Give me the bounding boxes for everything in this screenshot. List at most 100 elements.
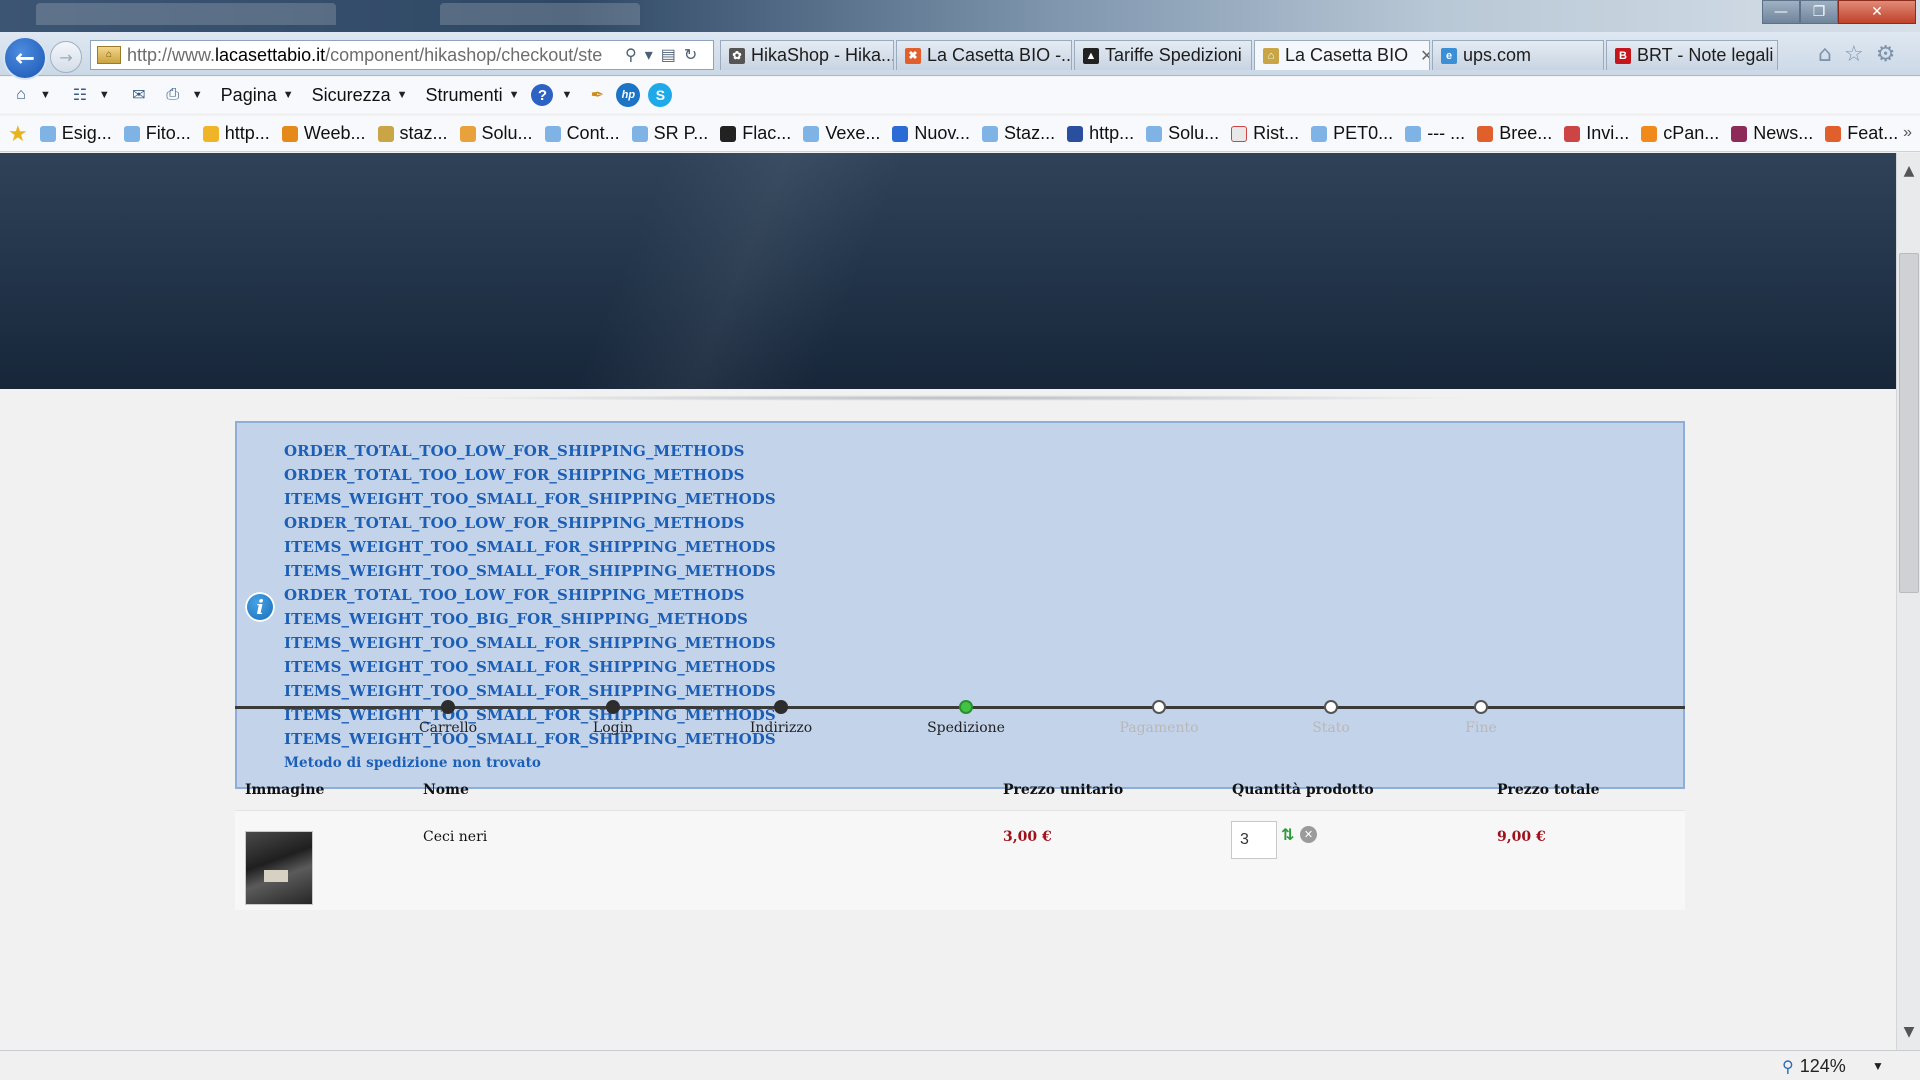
message-item: ITEMS_WEIGHT_TOO_SMALL_FOR_SHIPPING_METH…	[284, 562, 776, 580]
message-item: ITEMS_WEIGHT_TOO_SMALL_FOR_SHIPPING_METH…	[284, 538, 776, 556]
url-text[interactable]: http://www.lacasettabio.it/component/hik…	[127, 45, 619, 66]
favorite-label: PET0...	[1333, 123, 1394, 143]
dropdown-caret-icon[interactable]: ▼	[40, 89, 51, 101]
dropdown-caret-icon[interactable]: ▼	[99, 89, 110, 101]
url-path: /component/hikashop/checkout/ste	[325, 44, 603, 65]
favorite-link[interactable]: Bree...	[1477, 123, 1552, 144]
menu-pagina[interactable]: Pagina ▼	[221, 85, 294, 106]
favorite-link[interactable]: SR P...	[631, 123, 709, 144]
scroll-down-icon[interactable]: ▼	[1897, 1020, 1920, 1044]
search-icon[interactable]: ⚲	[625, 45, 637, 65]
step-label: Carrello	[418, 720, 478, 736]
favorite-label: Esig...	[61, 123, 112, 143]
favorite-link[interactable]: Solu...	[1146, 123, 1219, 144]
minimize-button[interactable]: —	[1762, 0, 1800, 24]
favorite-link[interactable]: http...	[1067, 123, 1134, 144]
favorite-link[interactable]: Vexe...	[803, 123, 880, 144]
scroll-up-icon[interactable]: ▲	[1897, 159, 1920, 183]
column-header: Immagine	[245, 782, 325, 798]
mail-icon[interactable]: ✉	[128, 84, 150, 106]
skype-icon[interactable]: S	[648, 83, 673, 107]
cart-table: Immagine Nome Prezzo unitario Quantità p…	[235, 770, 1685, 910]
menu-sicurezza[interactable]: Sicurezza ▼	[312, 85, 408, 106]
favorite-link[interactable]: --- ...	[1405, 123, 1465, 144]
favorite-link[interactable]: Esig...	[39, 123, 112, 144]
favorite-link[interactable]: Nuov...	[892, 123, 970, 144]
close-tab-icon[interactable]: ✕	[1420, 46, 1429, 66]
step-label: Login	[592, 720, 634, 736]
compatibility-view-icon[interactable]: ▤	[661, 45, 676, 65]
ie-icon	[544, 125, 561, 142]
tab-hikashop[interactable]: ✿ HikaShop - Hika...	[720, 40, 894, 70]
chevron-double-right-icon[interactable]: »	[1903, 124, 1912, 142]
favorite-label: SR P...	[653, 123, 709, 143]
product-label-image	[264, 870, 288, 882]
favorites-star-icon[interactable]: ☆	[1844, 42, 1864, 67]
back-button[interactable]: ←	[3, 36, 47, 80]
step-label: Stato	[1312, 720, 1350, 736]
unit-price: 3,00 €	[1003, 829, 1052, 845]
menu-strumenti[interactable]: Strumenti ▼	[426, 85, 520, 106]
site-icon	[1731, 125, 1748, 142]
step-indirizzo[interactable]: Indirizzo	[711, 700, 851, 736]
favorite-link[interactable]: Solu...	[459, 123, 533, 144]
step-label: Pagamento	[1119, 720, 1199, 736]
message-item: ORDER_TOTAL_TOO_LOW_FOR_SHIPPING_METHODS	[284, 514, 745, 532]
tab-casetta-bio-active[interactable]: ⌂ La Casetta BIO ✕	[1254, 40, 1430, 70]
dropdown-caret-icon: ▼	[282, 89, 294, 101]
home-icon[interactable]: ⌂	[1818, 42, 1832, 67]
settings-gear-icon[interactable]: ⚙	[1876, 42, 1896, 67]
favorite-link[interactable]: staz...	[377, 123, 448, 144]
favorite-link[interactable]: Weeb...	[281, 123, 366, 144]
favorites-bar: ★ Esig... Fito... http... Weeb... staz..…	[0, 116, 1920, 152]
favorite-link[interactable]: Staz...	[982, 123, 1055, 144]
hp-icon[interactable]: hp	[616, 83, 641, 107]
favorite-link[interactable]: Fito...	[123, 123, 191, 144]
dropdown-caret-icon[interactable]: ▼	[1872, 1059, 1884, 1073]
dropdown-caret-icon[interactable]: ▼	[192, 89, 203, 101]
close-window-button[interactable]: ✕	[1838, 0, 1916, 24]
favorite-link[interactable]: Flac...	[720, 123, 791, 144]
feeds-icon[interactable]: ☷	[69, 84, 91, 106]
favorite-link[interactable]: cPan...	[1641, 123, 1719, 144]
favorite-label: Bree...	[1499, 123, 1553, 143]
pen-tool-icon[interactable]: ✒	[586, 84, 608, 106]
help-icon[interactable]: ?	[531, 84, 554, 106]
favorite-label: http...	[224, 123, 270, 143]
favorites-star-icon[interactable]: ★	[8, 121, 28, 147]
product-name[interactable]: Ceci neri	[423, 829, 487, 845]
tab-casetta-admin[interactable]: ✖ La Casetta BIO -...	[896, 40, 1072, 70]
home-icon[interactable]: ⌂	[10, 84, 32, 106]
dropdown-caret-icon[interactable]: ▾	[645, 45, 653, 65]
forward-button[interactable]: →	[50, 41, 82, 73]
tab-strip: ✿ HikaShop - Hika... ✖ La Casetta BIO -.…	[720, 40, 1780, 70]
favorite-link[interactable]: Invi...	[1564, 123, 1629, 144]
tab-ups[interactable]: e ups.com	[1432, 40, 1604, 70]
favorite-link[interactable]: http...	[202, 123, 270, 144]
refresh-icon[interactable]: ↻	[684, 45, 697, 65]
maximize-button[interactable]: ❐	[1800, 0, 1838, 24]
address-bar[interactable]: ⌂ http://www.lacasettabio.it/component/h…	[90, 40, 714, 70]
product-thumbnail[interactable]	[245, 831, 313, 905]
refresh-quantity-icon[interactable]: ⇅	[1281, 825, 1299, 844]
tab-tariffe[interactable]: ▲ Tariffe Spedizioni	[1074, 40, 1252, 70]
dropdown-caret-icon: ▼	[508, 89, 520, 101]
remove-item-icon[interactable]: ✕	[1300, 826, 1317, 843]
favorite-link[interactable]: Cont...	[544, 123, 620, 144]
dropdown-caret-icon[interactable]: ▼	[561, 89, 572, 101]
scrollbar-thumb[interactable]	[1899, 253, 1919, 593]
hikashop-icon: ✿	[729, 47, 745, 64]
vertical-scrollbar[interactable]: ▲ ▼	[1896, 153, 1920, 1050]
step-carrello[interactable]: Carrello	[378, 700, 518, 736]
favorite-link[interactable]: News...	[1731, 123, 1813, 144]
status-bar: ⚲ 124% ▼	[0, 1050, 1920, 1080]
favorite-link[interactable]: Rist...	[1231, 123, 1299, 144]
zoom-control[interactable]: ⚲ 124%	[1782, 1056, 1846, 1077]
favorite-link[interactable]: Feat...	[1825, 123, 1898, 144]
favorite-link[interactable]: PET0...	[1311, 123, 1393, 144]
quantity-input[interactable]: 3	[1231, 821, 1277, 859]
step-login[interactable]: Login	[543, 700, 683, 736]
tab-brt[interactable]: B BRT - Note legali	[1606, 40, 1778, 70]
print-icon[interactable]: ⎙	[162, 84, 184, 106]
tab-label: Tariffe Spedizioni	[1105, 45, 1242, 65]
